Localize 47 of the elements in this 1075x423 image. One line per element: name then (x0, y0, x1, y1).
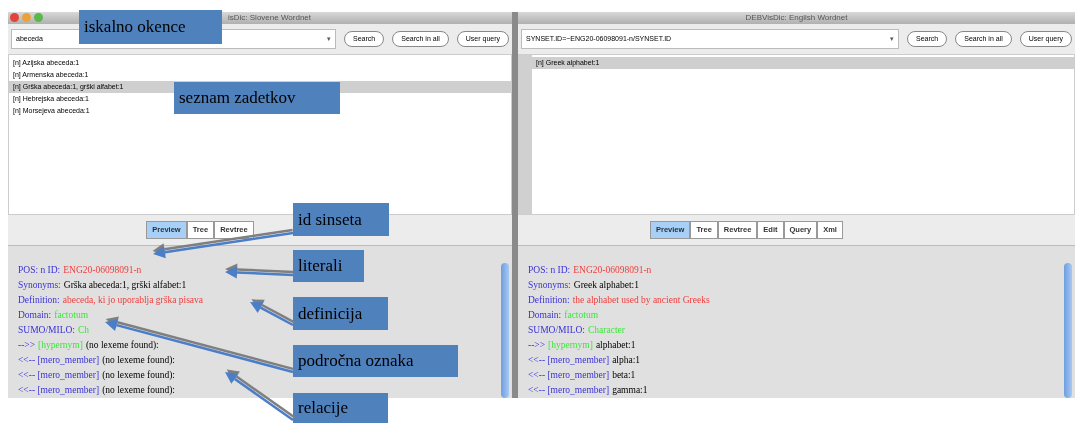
field-value: Grška abeceda:1, grški alfabet:1 (63, 279, 187, 292)
field-label: <<-- [mero_member] (18, 354, 100, 367)
field-value: (no lexeme found): (102, 384, 175, 397)
field-label: -->> (528, 339, 546, 352)
field-label: Definition: (528, 294, 570, 307)
field-value: [hypernym] (38, 339, 83, 352)
callout-tooltip: relacije (293, 393, 388, 423)
window-title: DEBVisDic: English Wordnet (745, 12, 848, 24)
field-label: <<-- [mero_member] (528, 384, 610, 397)
field-label: Definition: (18, 294, 60, 307)
field-value: abeceda, ki jo uporablja grška pisava (62, 294, 204, 307)
field-value: Character (588, 324, 625, 337)
field-label: Domain: (18, 309, 52, 322)
field-label: <<-- [mero_member] (528, 369, 610, 382)
field-value: (no lexeme found): (102, 369, 175, 382)
field-value: alphabet:1 (595, 339, 636, 352)
field-label: <<-- [mero_member] (528, 354, 610, 367)
field-label: <<-- [mero_member] (18, 384, 100, 397)
field-value: [hypernym] (548, 339, 593, 352)
callout-tooltip: področna oznaka (293, 345, 458, 377)
field-value: ENG20-06098091-n (573, 264, 652, 277)
field-value: factotum (564, 309, 598, 322)
callout-tooltip: id sinseta (293, 203, 389, 236)
field-value: alpha:1 (612, 354, 641, 367)
field-label: POS: n ID: (18, 264, 61, 277)
field-label: <<-- [mero_member] (18, 369, 100, 382)
field-value: factotum (54, 309, 88, 322)
field-label: Synonyms: (528, 279, 571, 292)
field-label: Synonyms: (18, 279, 61, 292)
field-label: POS: n ID: (528, 264, 571, 277)
field-label: SUMO/MILO: (18, 324, 75, 337)
callout-tooltip: definicija (293, 297, 388, 330)
callout-tooltip: seznam zadetkov (174, 82, 340, 114)
field-value: ENG20-06098091-n (63, 264, 142, 277)
field-value: the alphabet used by ancient Greeks (572, 294, 710, 307)
field-value: (no lexeme found): (85, 339, 159, 352)
field-label: SUMO/MILO: (528, 324, 585, 337)
field-label: -->> (18, 339, 36, 352)
field-value: Ch (78, 324, 90, 337)
callout-tooltip: literali (293, 250, 364, 282)
window-title: isDic: Slovene Wordnet (228, 12, 311, 24)
field-value: (no lexeme found): (102, 354, 175, 367)
callout-tooltip: iskalno okence (79, 10, 222, 44)
field-value: gamma:1 (612, 384, 648, 397)
field-value: Greek alphabet:1 (573, 279, 639, 292)
field-value: beta:1 (612, 369, 636, 382)
field-label: Domain: (528, 309, 562, 322)
